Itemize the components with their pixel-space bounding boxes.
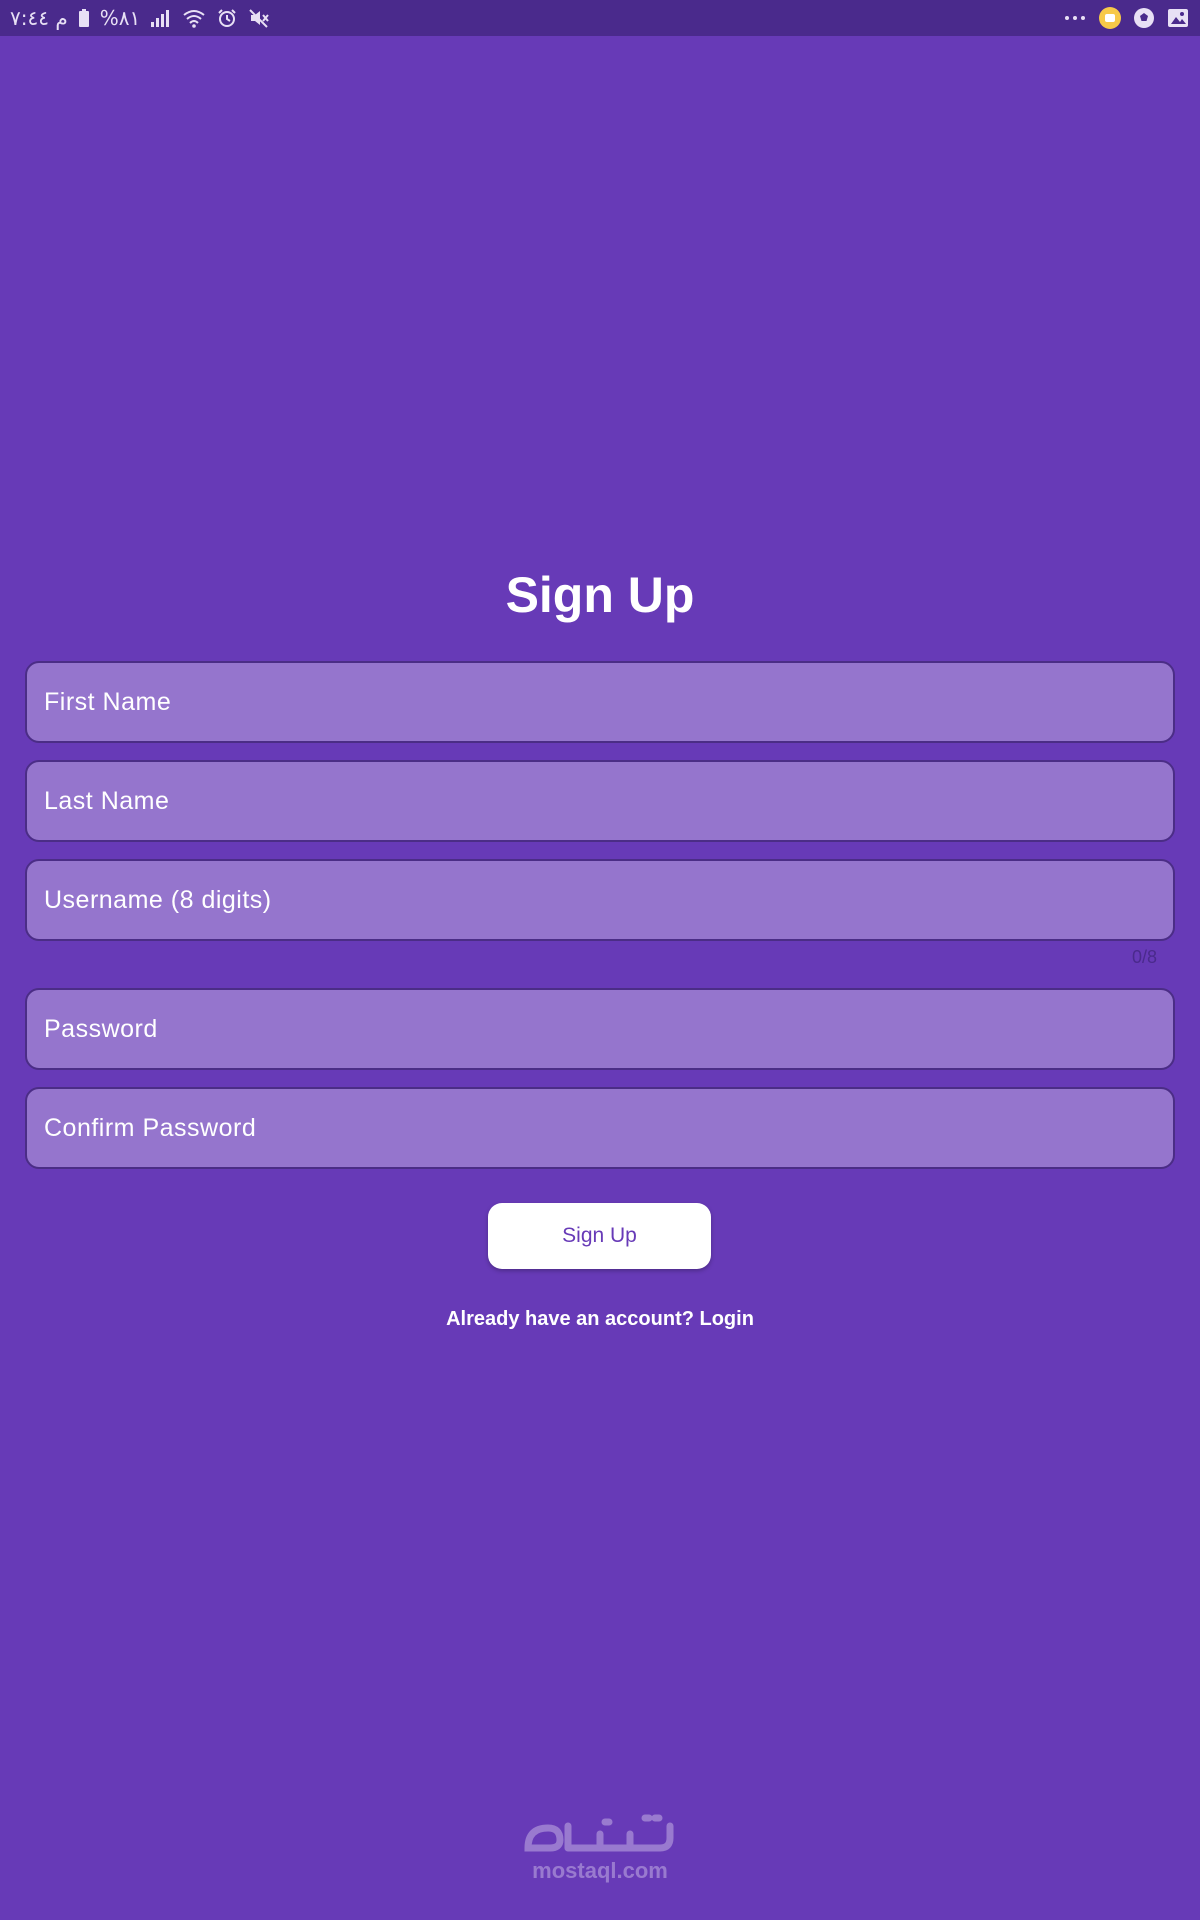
username-character-counter: 0/8 <box>1131 947 1157 967</box>
confirm-password-label: Confirm Password <box>44 1113 257 1142</box>
status-bar: م ٧:٤٤ %٨١ <box>0 0 1200 36</box>
battery-icon <box>78 8 90 28</box>
wifi-icon <box>182 8 206 28</box>
last-name-label: Last Name <box>44 786 170 815</box>
notification-app-icon <box>1098 6 1122 30</box>
more-icon <box>1062 8 1088 28</box>
mostaql-logo-icon <box>524 1814 674 1852</box>
mute-icon <box>248 8 270 28</box>
mostaql-watermark: mostaql.com <box>500 1808 700 1888</box>
confirm-password-field[interactable]: Confirm Password <box>25 1087 1175 1169</box>
alarm-icon <box>216 8 238 28</box>
sign-up-button[interactable]: Sign Up <box>488 1203 711 1269</box>
signal-icon <box>150 8 172 28</box>
status-time: م ٧:٤٤ <box>10 6 68 30</box>
ball-app-icon <box>1132 6 1156 30</box>
page-title: Sign Up <box>505 567 695 623</box>
watermark-text: mostaql.com <box>532 1858 668 1883</box>
password-label: Password <box>44 1014 158 1043</box>
battery-percent: %٨١ <box>99 6 141 30</box>
username-label: Username (8 digits) <box>44 885 272 914</box>
status-right <box>1062 0 1190 36</box>
password-field[interactable]: Password <box>25 988 1175 1070</box>
username-field[interactable]: Username (8 digits) <box>25 859 1175 941</box>
last-name-field[interactable]: Last Name <box>25 760 1175 842</box>
first-name-field[interactable]: First Name <box>25 661 1175 743</box>
status-left: م ٧:٤٤ %٨١ <box>10 0 270 36</box>
login-link[interactable]: Already have an account? Login <box>0 1308 1200 1331</box>
gallery-icon <box>1166 7 1190 29</box>
first-name-label: First Name <box>44 687 172 716</box>
